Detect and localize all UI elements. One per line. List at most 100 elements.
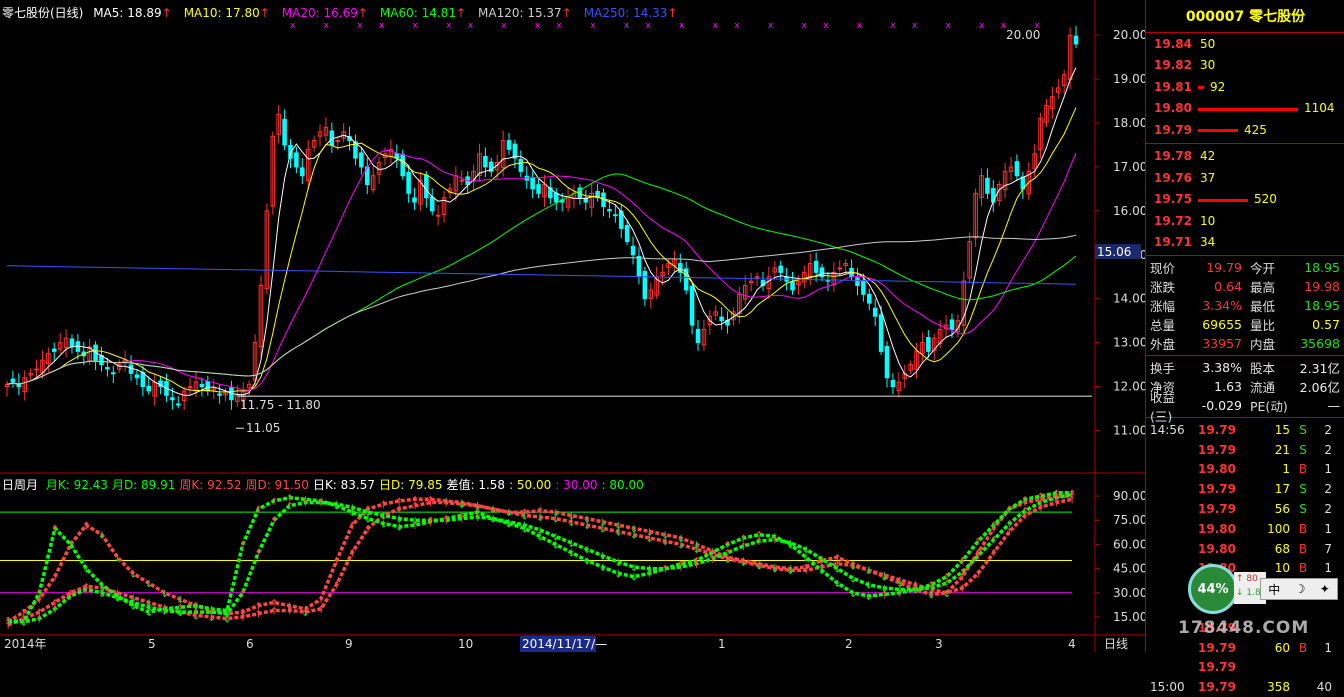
quote-key: 换手 — [1150, 361, 1176, 376]
indicator-label-2: 周K: 92.52 — [179, 478, 242, 492]
bid-price: 19.72 — [1154, 213, 1192, 228]
down-arrow-marker: ↓ — [599, 524, 607, 535]
down-arrow-marker: ↓ — [552, 532, 560, 543]
bid-row[interactable]: 19.75 520 — [1146, 189, 1344, 211]
ask-row[interactable]: 19.80 1104 — [1146, 98, 1344, 120]
bid-price: 19.71 — [1154, 235, 1192, 250]
punctuation-icon[interactable]: ✦ — [1320, 582, 1330, 596]
up-arrow-marker: ↑ — [990, 521, 998, 532]
x-tick-label: 3 — [935, 637, 943, 651]
quote-row: 现价 19.79 今开 18.95 — [1146, 258, 1344, 277]
down-arrow-marker: ↓ — [160, 606, 168, 617]
quote-divider-2 — [1146, 355, 1344, 356]
orderbook-divider — [1146, 142, 1344, 144]
chart-title: 零七股份(日线) — [2, 6, 84, 20]
x-tick-label: 2014年 — [4, 637, 47, 651]
quote-key-2: PE(动) — [1250, 399, 1288, 414]
candle-body — [300, 167, 305, 177]
stock-title[interactable]: 000007 零七股份 — [1146, 0, 1344, 33]
bid-row[interactable]: 19.76 37 — [1146, 167, 1344, 189]
up-arrow-marker: ↑ — [426, 499, 434, 510]
down-arrow-marker: ↓ — [114, 594, 122, 605]
candle-body — [607, 208, 612, 212]
up-arrow-marker: ↑ — [724, 548, 732, 559]
y-tick-label: 14.00 — [1113, 292, 1145, 306]
candle-body — [424, 174, 429, 199]
quote-key-2: 最高 — [1250, 280, 1276, 295]
down-arrow-marker: ↓ — [755, 561, 763, 572]
moon-icon[interactable]: ☽ — [1295, 582, 1306, 596]
down-arrow-marker: ↓ — [630, 563, 638, 574]
ask-volume: 50 — [1200, 36, 1216, 51]
down-arrow-marker: ↓ — [865, 592, 873, 603]
candle-body — [10, 378, 16, 383]
tick-count: 2 — [1324, 502, 1332, 517]
indicator-title: 日周月 — [2, 478, 39, 492]
up-arrow-marker: ↑ — [426, 516, 434, 527]
quote-value-2: 0.57 — [1312, 317, 1340, 332]
signal-marker: x — [713, 21, 719, 31]
ime-toolbar[interactable]: 中 ☽ ✦ — [1260, 578, 1338, 600]
sub-y-tick-label: 75.00 — [1113, 513, 1145, 527]
speed-badge[interactable]: 44% — [1188, 564, 1238, 614]
quote-value: 33957 — [1202, 336, 1242, 351]
candle-body — [855, 277, 860, 287]
candle-body — [1073, 35, 1079, 45]
chart-area[interactable]: 20.00 19.00 18.00 17.00 16.00 15.00 14.00 13.00… — [0, 0, 1145, 652]
up-arrow-marker: ↑ — [458, 515, 466, 526]
down-arrow-marker: ↓ — [583, 545, 591, 556]
quote-stats-2: 换手 3.38% 股本 2.31亿 净资 1.63 流通 2.06亿 收益(三) -0.029 PE… — [1146, 358, 1344, 424]
ime-mode[interactable]: 中 — [1268, 581, 1280, 598]
candle-body — [790, 281, 795, 291]
up-arrow-marker: ↑ — [1005, 505, 1013, 516]
ma-line-MA60 — [6, 173, 1077, 385]
tick-list[interactable]: 14:56 19.79 15 S 2 19.79 21 S 2 19.80 1 B 1 19.79 17 S 2… — [1146, 420, 1344, 697]
candle-body — [754, 276, 760, 279]
signal-marker: x — [379, 21, 385, 31]
signal-marker: x — [679, 21, 685, 31]
signal-marker: x — [890, 21, 896, 31]
indicator-label-7: : 50.00 — [509, 478, 552, 492]
x-tick-label: 5 — [148, 637, 156, 651]
candle-body — [170, 397, 175, 401]
mini-down-value: 1.8 — [1246, 588, 1261, 598]
ask-row[interactable]: 19.82 30 — [1146, 55, 1344, 77]
sub-y-tick-label: 90.00 — [1113, 489, 1145, 503]
quote-side-panel: 000007 零七股份 19.84 50 19.82 30 19.81 92 19.80 11… — [1145, 0, 1344, 694]
quote-value-2: — — [1327, 398, 1341, 413]
quote-row: 外盘 33957 内盘 35698 — [1146, 334, 1344, 353]
tick-row: 15:00 19.79 358 40 — [1146, 677, 1344, 697]
ask-row[interactable]: 19.79 425 — [1146, 119, 1344, 141]
bid-row[interactable]: 19.72 10 — [1146, 210, 1344, 232]
up-arrow-marker: ↑ — [51, 524, 59, 535]
up-arrow-marker: ↑ — [1021, 507, 1029, 518]
up-arrow-marker: ↑ — [958, 557, 966, 568]
y-tick-label: 13.00 — [1113, 336, 1145, 350]
candle-body — [105, 367, 110, 370]
bid-row[interactable]: 19.71 34 — [1146, 232, 1344, 254]
indicator-header: 日周月 月K: 92.43 月D: 89.91 周K: 92.52 周D: 91.50… — [2, 476, 652, 492]
tick-price: 19.79 — [1198, 640, 1236, 655]
tick-side: S — [1299, 422, 1307, 437]
down-arrow-marker: ↓ — [536, 513, 544, 524]
ask-row[interactable]: 19.81 92 — [1146, 76, 1344, 98]
chart-canvas[interactable]: 20.00 19.00 18.00 17.00 16.00 15.00 14.00 13.00… — [0, 0, 1145, 652]
up-arrow-icon: ↑ — [161, 6, 172, 20]
bid-row[interactable]: 19.78 42 — [1146, 146, 1344, 168]
quote-value: 3.34% — [1202, 298, 1242, 313]
down-arrow-marker: ↓ — [849, 561, 857, 572]
down-arrow-marker: ↓ — [943, 589, 951, 600]
up-arrow-marker: ↑ — [67, 592, 75, 603]
quote-row: 涨跌 0.64 最高 19.98 — [1146, 277, 1344, 296]
sub-y-tick-label: 15.00 — [1113, 610, 1145, 624]
candle-body — [719, 316, 724, 322]
up-arrow-marker: ↑ — [708, 555, 716, 566]
down-arrow-marker: ↓ — [567, 539, 575, 550]
ma-line-MA250 — [6, 265, 1077, 285]
down-arrow-marker: ↓ — [599, 563, 607, 574]
ask-row[interactable]: 19.84 50 — [1146, 33, 1344, 55]
candle-body — [199, 383, 205, 388]
down-arrow-marker: ↓ — [849, 574, 857, 585]
signal-marker: x — [823, 21, 829, 31]
candle-body — [359, 152, 364, 168]
